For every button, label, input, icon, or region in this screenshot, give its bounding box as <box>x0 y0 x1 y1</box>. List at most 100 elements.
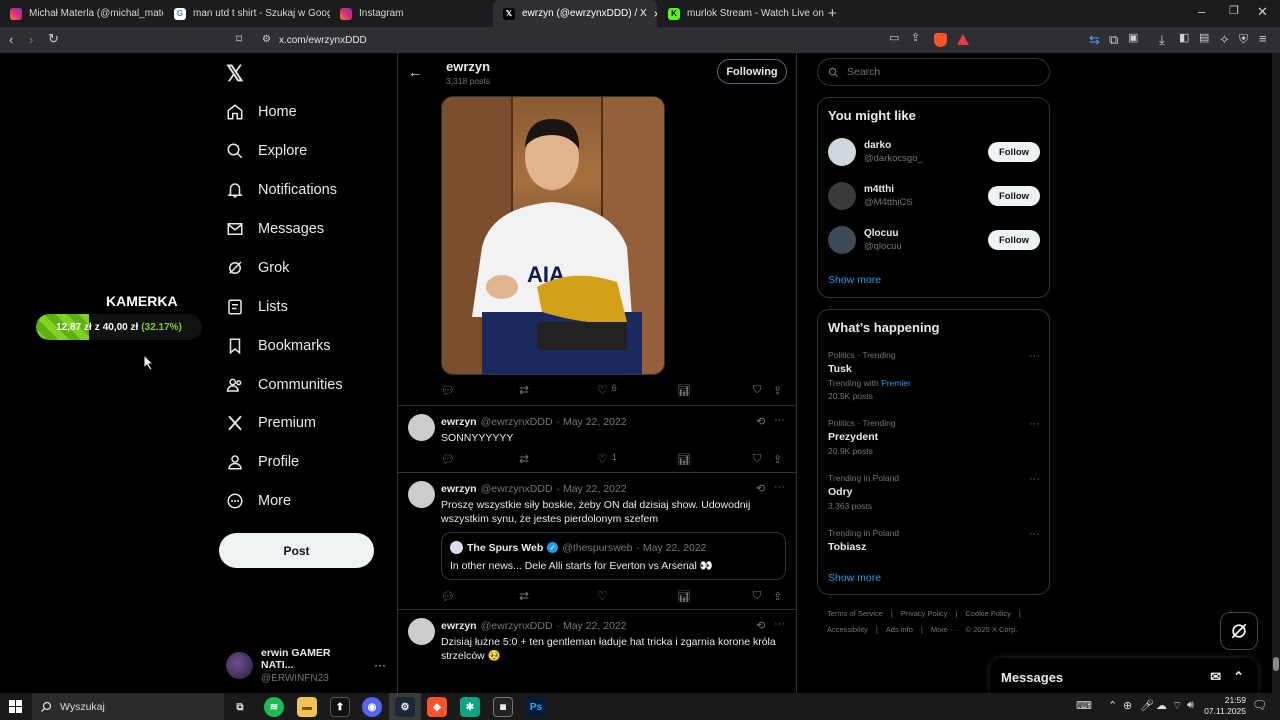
browser-tab[interactable]: Michał Materla (@michal_materla) • I <box>0 0 163 27</box>
notification-center-icon[interactable]: 🗨︎ <box>1252 698 1267 712</box>
account-switcher[interactable]: erwin GAMER NATI... @ERWINFN23 ··· <box>226 647 386 684</box>
bookmark-icon[interactable]: ⛉ <box>753 590 773 603</box>
extensions-icon[interactable]: ⧉ <box>1109 33 1118 46</box>
forward-icon[interactable]: › <box>29 33 33 46</box>
wallet-icon[interactable]: ▤ <box>1199 33 1209 44</box>
messages-dock[interactable]: Messages ✉ ⌃ <box>990 658 1258 696</box>
steam-icon[interactable]: ⚙ <box>395 697 415 717</box>
file-explorer-icon[interactable]: ▬ <box>297 697 317 717</box>
follow-button[interactable]: Follow <box>988 186 1040 206</box>
more-dots-icon[interactable]: ··· <box>774 618 785 630</box>
search-input[interactable]: Search <box>817 58 1050 86</box>
tweet-author[interactable]: ewrzyn <box>441 620 477 632</box>
close-tab-icon[interactable]: × <box>654 7 657 21</box>
nav-lists[interactable]: Lists <box>226 294 288 320</box>
chatgpt-icon[interactable]: ✱ <box>460 697 480 717</box>
nav-grok[interactable]: Grok <box>226 255 289 281</box>
reload-icon[interactable]: ↻ <box>48 32 59 45</box>
views-icon[interactable]: 📊︎ <box>677 453 753 466</box>
discord-icon[interactable]: ◉ <box>362 697 382 717</box>
keyboard-icon[interactable]: ⌨ <box>1076 699 1092 712</box>
more-dots-icon[interactable]: ··· <box>1029 418 1040 430</box>
tweet-author[interactable]: ewrzyn <box>441 416 477 428</box>
retweet-icon[interactable]: ⇄ <box>519 452 597 466</box>
footer-link[interactable]: Ads info <box>886 625 913 634</box>
site-settings-icon[interactable]: ⚙ <box>262 35 271 45</box>
show-more-link[interactable]: Show more <box>828 572 881 584</box>
like-button[interactable]: ♡ 6 <box>597 383 677 397</box>
nav-profile[interactable]: Profile <box>226 449 299 475</box>
network-icon[interactable]: ⌔ <box>1172 699 1182 713</box>
more-dots-icon[interactable]: ··· <box>1029 350 1040 362</box>
trend-item[interactable]: Politics · Trending Tusk Trending with P… <box>828 350 1040 401</box>
trend-item[interactable]: Trending in Poland Odry 3,363 posts ··· <box>828 473 1040 511</box>
footer-link[interactable]: Cookie Policy <box>965 609 1010 618</box>
follow-button[interactable]: Follow <box>988 142 1040 162</box>
post-button[interactable]: Post <box>219 533 374 568</box>
quote-tweet[interactable]: The Spurs Web ✓ @thespursweb · May 22, 2… <box>441 532 786 580</box>
obs-icon[interactable]: ▦ <box>493 697 513 717</box>
more-dots-icon[interactable]: ··· <box>1029 528 1040 540</box>
tweet-handle[interactable]: @ewrzynxDDD <box>481 620 553 632</box>
back-icon[interactable]: ‹ <box>9 33 13 46</box>
brave-icon[interactable]: ◆ <box>427 697 447 717</box>
nav-more[interactable]: More <box>226 488 291 514</box>
bookmark-icon[interactable]: ⛉ <box>753 453 773 466</box>
like-button[interactable]: ♡ <box>597 589 677 603</box>
taskbar-clock[interactable]: 21:59 07.11.2025 <box>1200 695 1246 717</box>
following-button[interactable]: Following <box>717 59 787 84</box>
tweet-date[interactable]: · May 22, 2022 <box>557 620 627 632</box>
share-icon[interactable]: ⇪ <box>773 453 782 466</box>
reply-icon[interactable]: 💬︎ <box>441 590 519 603</box>
new-tab-icon[interactable]: + <box>828 6 837 21</box>
share-icon[interactable]: ⇪ <box>773 590 782 603</box>
expand-chevron-icon[interactable]: ⌃ <box>1233 669 1244 685</box>
browser-tab[interactable]: K murlok Stream - Watch Live on Kick <box>658 0 824 27</box>
more-dots-icon[interactable]: ··· <box>774 481 785 493</box>
share-icon[interactable]: ⇪ <box>911 33 920 44</box>
views-icon[interactable]: 📊︎ <box>677 590 753 603</box>
tweet-handle[interactable]: @ewrzynxDDD <box>481 416 553 428</box>
tweet-date[interactable]: · May 22, 2022 <box>557 483 627 495</box>
grok-explain-icon[interactable]: ⟲ <box>756 619 765 632</box>
share-icon[interactable]: ⇪ <box>773 384 782 397</box>
grok-floating-button[interactable] <box>1220 612 1258 650</box>
follow-button[interactable]: Follow <box>988 230 1040 250</box>
nav-communities[interactable]: Communities <box>226 372 343 398</box>
grok-explain-icon[interactable]: ⟲ <box>756 415 765 428</box>
tray-chevron-icon[interactable]: ⌃ <box>1108 699 1117 712</box>
windows-start-icon[interactable] <box>9 700 22 713</box>
bookmark-icon[interactable]: ⛉ <box>753 384 773 397</box>
suggested-user[interactable]: m4tthi @M4tthiCS Follow <box>828 182 1040 210</box>
address-bar[interactable]: ⚙ x.com/ewrzynxDDD <box>262 31 977 49</box>
tweet-date[interactable]: · May 22, 2022 <box>557 416 627 428</box>
nav-home[interactable]: Home <box>226 99 297 125</box>
new-message-icon[interactable]: ✉ <box>1210 669 1221 685</box>
tweet[interactable]: ewrzyn @ewrzynxDDD · May 22, 2022 ⟲ ··· … <box>398 405 796 472</box>
reply-icon[interactable]: 💬︎ <box>441 453 519 466</box>
tweet-handle[interactable]: @ewrzynxDDD <box>481 483 553 495</box>
bookmark-page-icon[interactable]: ⌑ <box>236 33 242 45</box>
nav-explore[interactable]: Explore <box>226 138 307 164</box>
scrollbar-thumb[interactable] <box>1273 657 1279 671</box>
download-icon[interactable]: ⤓ <box>1159 33 1165 46</box>
browser-tab-active[interactable]: 𝕏 ewrzyn (@ewrzynxDDD) / X × <box>493 0 657 27</box>
more-dots-icon[interactable]: ··· <box>774 414 785 426</box>
retweet-icon[interactable]: ⇄ <box>519 383 597 397</box>
tweet-photo[interactable]: AIA <box>441 96 665 375</box>
footer-link[interactable]: Terms of Service <box>827 609 883 618</box>
volume-icon[interactable]: 🔊︎ <box>1187 699 1194 712</box>
screenshot-icon[interactable]: ▣ <box>1128 33 1138 44</box>
back-arrow-icon[interactable]: ← <box>408 64 422 80</box>
nav-notifications[interactable]: Notifications <box>226 177 337 203</box>
vpn-icon[interactable]: ⛨ <box>1239 33 1248 45</box>
sidebar-toggle-icon[interactable]: ◧ <box>1179 33 1189 44</box>
more-dots-icon[interactable]: ··· <box>1029 473 1040 485</box>
footer-link[interactable]: Accessibility <box>827 625 868 634</box>
trend-item[interactable]: Trending in Poland Tobiasz ··· <box>828 528 1040 553</box>
nav-bookmarks[interactable]: Bookmarks <box>226 333 331 359</box>
nav-premium[interactable]: Premium <box>226 410 316 436</box>
nav-messages[interactable]: Messages <box>226 216 324 242</box>
spotify-icon[interactable]: ≋ <box>264 697 284 717</box>
photoshop-icon[interactable]: Ps <box>526 697 546 717</box>
